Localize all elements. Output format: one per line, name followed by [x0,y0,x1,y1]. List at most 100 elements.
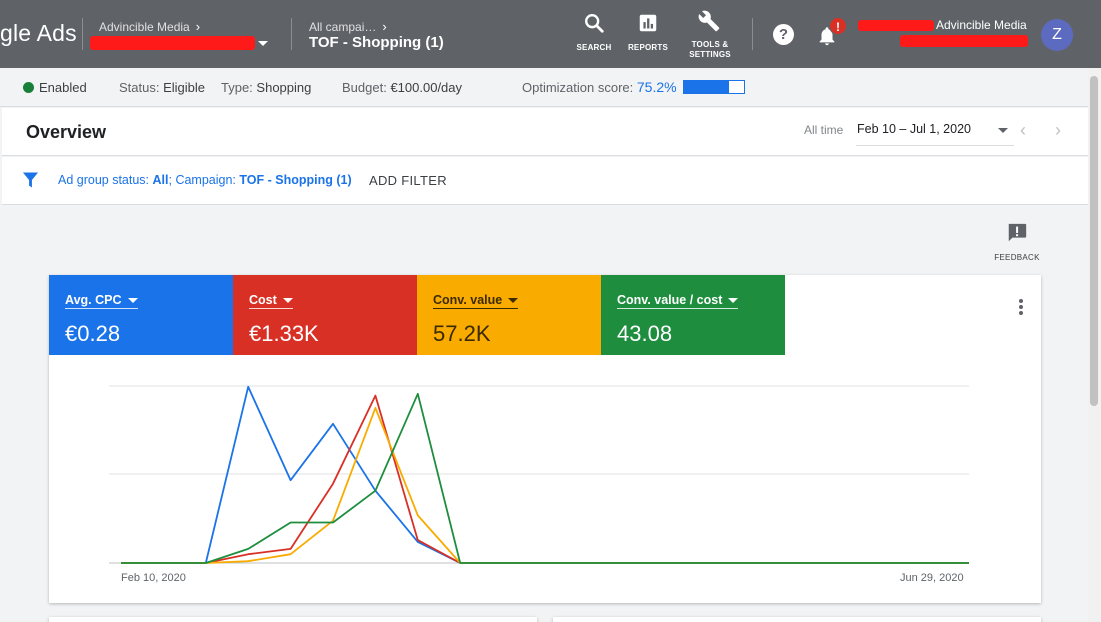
date-range-preset: All time [804,123,844,137]
campaign-type: Type: Shopping [221,80,311,95]
metric-value: €1.33K [249,321,319,346]
more-options-icon[interactable] [1017,299,1025,317]
add-filter-button[interactable]: ADD FILTER [369,173,447,188]
metric-value: €0.28 [65,321,121,346]
optimization-value: 75.2% [636,79,677,95]
tools-settings-button[interactable]: TOOLS & SETTINGS [680,9,740,60]
chevron-down-icon [508,298,519,304]
status-value: Eligible [163,80,206,95]
filter-bar: Ad group status: All; Campaign: TOF - Sh… [2,157,1088,205]
enabled-status-dot [23,82,34,93]
account-dropdown-icon[interactable] [258,41,268,46]
metric-selector[interactable]: Conv. value [433,293,519,309]
series-line-3[interactable] [121,407,969,564]
metric-value: 57.2K [433,321,491,346]
tools-label-line1: TOOLS & [691,40,729,49]
header-divider [291,18,292,50]
account-label: Advincible Media [99,20,190,34]
date-range-picker[interactable]: Feb 10 – Jul 1, 2020 [856,122,1014,146]
date-range-value: Feb 10 – Jul 1, 2020 [857,122,971,136]
reports-icon [639,14,657,32]
metric-selector[interactable]: Conv. value / cost [617,293,739,309]
reports-button[interactable]: REPORTS [618,12,678,53]
performance-chart-card: Avg. CPC €0.28 Cost €1.33K Conv. value 5… [49,275,1041,603]
bottom-card-left [49,617,537,622]
feedback-label: FEEDBACK [994,253,1040,262]
search-label: SEARCH [576,43,612,52]
campaign-breadcrumb-parent[interactable]: All campai… › [309,19,387,34]
reports-label: REPORTS [627,43,669,52]
chevron-right-icon: › [382,19,387,34]
metric-label: Conv. value / cost [617,293,723,307]
eligibility-status: Status: Eligible [119,80,205,95]
optimization-score[interactable]: Optimization score: 75.2% [522,79,677,95]
metric-selector[interactable]: Cost [249,293,293,309]
filter-campaign-value: TOF - Shopping (1) [239,173,352,187]
redacted-account-id [90,36,255,50]
series-line-2[interactable] [121,394,969,564]
optimization-score-bar [683,80,745,94]
series-line-4[interactable] [121,392,969,564]
metric-tile-cost[interactable]: Cost €1.33K [233,275,417,355]
account-breadcrumb[interactable]: Advincible Media › [99,19,200,34]
status-label: Status: [119,80,160,95]
campaign-budget[interactable]: Budget: €100.00/day [342,80,462,95]
redacted-email [900,35,1028,47]
type-value: Shopping [256,80,312,95]
campaign-status-bar: Enabled Status: Eligible Type: Shopping … [0,68,1097,107]
line-chart [109,385,969,564]
metric-tile-avg-cpc[interactable]: Avg. CPC €0.28 [49,275,233,355]
chevron-right-icon: › [195,19,201,34]
metric-value: 43.08 [617,321,673,346]
campaign-parent-label: All campai… [309,20,377,34]
metric-tile-conv-value[interactable]: Conv. value 57.2K [417,275,601,355]
metric-selector[interactable]: Avg. CPC [65,293,138,309]
notification-badge: ! [829,17,847,35]
header-divider [752,18,753,50]
type-label: Type: [221,80,253,95]
chevron-down-icon [728,298,739,304]
redacted-customer-id [858,20,934,31]
filter-icon[interactable] [22,171,39,189]
x-axis-end-label: Jun 29, 2020 [900,572,964,584]
help-icon[interactable]: ? [773,24,794,45]
overview-header: Overview All time Feb 10 – Jul 1, 2020 ‹… [2,108,1088,156]
product-logo[interactable]: gle Ads [0,20,77,47]
account-name: Advincible Media [936,18,1027,32]
chevron-down-icon [998,128,1008,133]
metric-tile-conv-value-per-cost[interactable]: Conv. value / cost 43.08 [601,275,785,355]
wrench-icon [698,10,720,32]
active-filter[interactable]: Ad group status: All; Campaign: TOF - Sh… [58,173,352,187]
previous-period-button[interactable]: ‹ [1020,120,1026,141]
campaign-name[interactable]: TOF - Shopping (1) [309,34,444,51]
budget-label: Budget: [342,80,387,95]
search-button[interactable]: SEARCH [564,12,624,53]
series-line-1[interactable] [121,385,969,564]
search-icon [585,14,604,33]
tools-label: TOOLS & SETTINGS [680,40,740,60]
page-scrollbar[interactable] [1088,68,1101,622]
filter-status-value: All [152,173,169,187]
header-divider [82,18,83,50]
tools-label-line2: SETTINGS [689,50,731,59]
page-title: Overview [26,122,107,142]
feedback-icon [1008,223,1027,242]
bottom-card-right [553,617,1041,622]
metric-label: Cost [249,293,277,307]
budget-value: €100.00/day [390,80,463,95]
avatar[interactable]: Z [1041,19,1073,51]
metric-label: Conv. value [433,293,503,307]
filter-status-label: Ad group status: [58,173,150,187]
next-period-button[interactable]: › [1055,120,1061,141]
top-app-bar: gle Ads Advincible Media › All campai… › T… [0,0,1101,68]
x-axis-start-label: Feb 10, 2020 [121,572,186,584]
feedback-button[interactable]: FEEDBACK [992,222,1042,262]
filter-campaign-label: ; Campaign: [168,173,236,187]
optimization-score-fill [684,81,730,93]
enabled-status[interactable]: Enabled [39,80,87,95]
chevron-down-icon [127,298,138,304]
scrollbar-thumb[interactable] [1090,76,1098,406]
metric-label: Avg. CPC [65,293,122,307]
optimization-label: Optimization score: [522,80,634,95]
chevron-down-icon [282,298,293,304]
